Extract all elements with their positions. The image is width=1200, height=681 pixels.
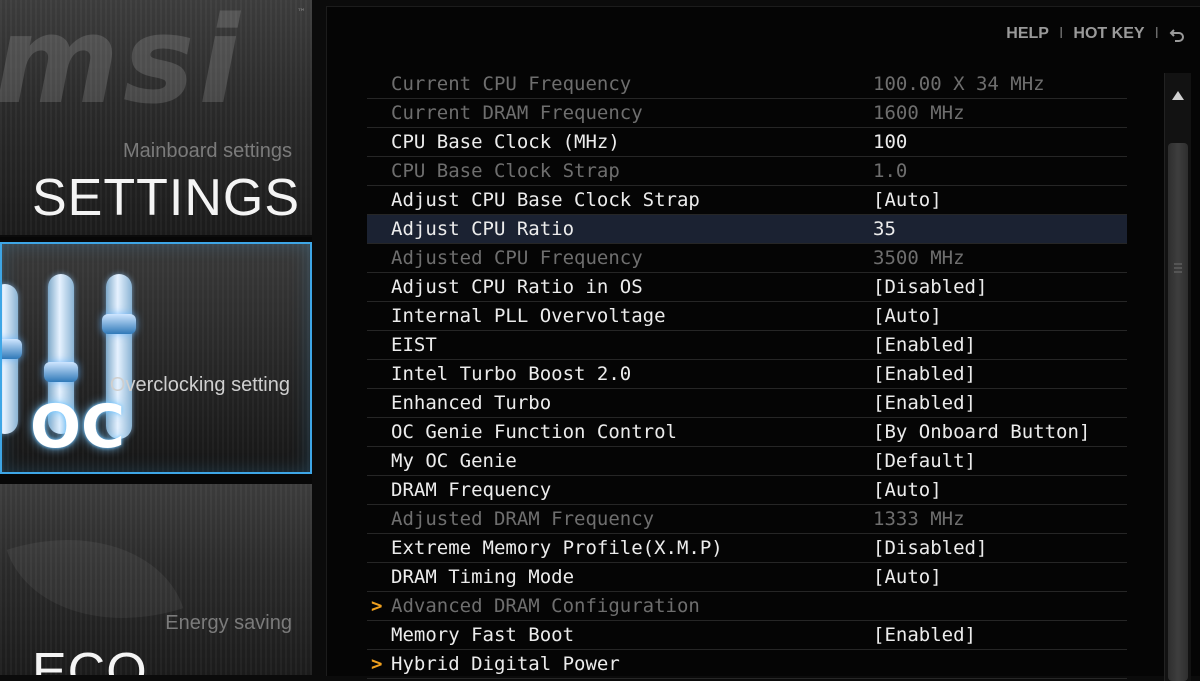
setting-label: Adjust CPU Ratio: [391, 218, 575, 240]
setting-row[interactable]: OC Genie Function Control [By Onboard But…: [367, 418, 1127, 447]
setting-row: Current CPU Frequency 100.00 X 34 MHz: [367, 70, 1127, 99]
back-arrow-icon[interactable]: [1169, 27, 1185, 43]
setting-label: DRAM Timing Mode: [391, 566, 575, 588]
setting-label: Adjust CPU Base Clock Strap: [391, 189, 700, 211]
settings-tile-subtitle: Mainboard settings: [123, 140, 292, 162]
eco-tile-title: ECO: [32, 643, 148, 675]
scroll-grip: [1174, 263, 1182, 265]
setting-row: CPU Base Clock Strap 1.0: [367, 157, 1127, 186]
setting-label: EIST: [391, 334, 437, 356]
setting-row[interactable]: Internal PLL Overvoltage [Auto]: [367, 302, 1127, 331]
setting-row[interactable]: Memory Fast Boot [Enabled]: [367, 621, 1127, 650]
top-bar: HELP I HOT KEY I: [1006, 25, 1185, 43]
setting-value: 100.00 X 34 MHz: [873, 73, 1045, 95]
msi-logo: msi: [0, 0, 244, 131]
settings-list: Current CPU Frequency 100.00 X 34 MHz Curr…: [367, 70, 1127, 679]
setting-row[interactable]: EIST [Enabled]: [367, 331, 1127, 360]
setting-row[interactable]: DRAM Timing Mode [Auto]: [367, 563, 1127, 592]
separator: I: [1058, 25, 1064, 42]
setting-label: Advanced DRAM Configuration: [391, 595, 700, 617]
setting-value[interactable]: [Auto]: [873, 476, 942, 504]
setting-label: CPU Base Clock (MHz): [391, 131, 620, 153]
setting-row[interactable]: Adjust CPU Ratio 35: [367, 215, 1127, 244]
setting-label: Extreme Memory Profile(X.M.P): [391, 537, 723, 559]
oc-tile-subtitle: Overclocking setting: [109, 374, 290, 396]
submenu-arrow-icon: >: [371, 595, 383, 617]
setting-row[interactable]: Adjust CPU Ratio in OS [Disabled]: [367, 273, 1127, 302]
setting-value: 3500 MHz: [873, 247, 965, 269]
setting-label: My OC Genie: [391, 450, 517, 472]
setting-value[interactable]: [Disabled]: [873, 273, 987, 301]
setting-row[interactable]: Intel Turbo Boost 2.0 [Enabled]: [367, 360, 1127, 389]
setting-row[interactable]: Extreme Memory Profile(X.M.P) [Disabled]: [367, 534, 1127, 563]
setting-row: Current DRAM Frequency 1600 MHz: [367, 99, 1127, 128]
setting-value[interactable]: [Disabled]: [873, 534, 987, 562]
separator: I: [1154, 25, 1159, 42]
settings-tile-title: SETTINGS: [32, 169, 301, 227]
setting-label: OC Genie Function Control: [391, 421, 677, 443]
setting-label: Current DRAM Frequency: [391, 102, 643, 124]
setting-row[interactable]: My OC Genie [Default]: [367, 447, 1127, 476]
setting-row[interactable]: Adjust CPU Base Clock Strap [Auto]: [367, 186, 1127, 215]
setting-row[interactable]: DRAM Frequency [Auto]: [367, 476, 1127, 505]
setting-value[interactable]: [Enabled]: [873, 331, 976, 359]
setting-value: 1.0: [873, 160, 908, 182]
setting-label: Adjust CPU Ratio in OS: [391, 276, 643, 298]
setting-value: 1600 MHz: [873, 102, 965, 124]
sidebar: msi ™ Mainboard settings SETTINGS Overcl…: [0, 0, 312, 675]
setting-value[interactable]: [Auto]: [873, 186, 942, 214]
setting-row[interactable]: > Advanced DRAM Configuration: [367, 592, 1127, 621]
setting-value[interactable]: [Default]: [873, 447, 976, 475]
setting-label: Adjusted DRAM Frequency: [391, 508, 655, 530]
setting-value[interactable]: [Enabled]: [873, 621, 976, 649]
oc-settings-panel: HELP I HOT KEY I Current CPU Frequency 10…: [326, 6, 1200, 681]
setting-value[interactable]: [By Onboard Button]: [873, 418, 1090, 446]
setting-label: CPU Base Clock Strap: [391, 160, 620, 182]
submenu-arrow-icon: >: [371, 653, 383, 675]
scrollbar[interactable]: [1164, 73, 1191, 681]
oc-tile[interactable]: Overclocking setting OC: [0, 242, 312, 474]
setting-value[interactable]: 35: [873, 215, 896, 243]
eco-tile[interactable]: Energy saving ECO: [0, 484, 312, 675]
setting-row[interactable]: CPU Base Clock (MHz) 100: [367, 128, 1127, 157]
setting-label: Adjusted CPU Frequency: [391, 247, 643, 269]
setting-value[interactable]: [Enabled]: [873, 389, 976, 417]
setting-value: 1333 MHz: [873, 508, 965, 530]
setting-label: Current CPU Frequency: [391, 73, 632, 95]
oc-tile-title: OC: [30, 392, 126, 462]
setting-label: Memory Fast Boot: [391, 624, 575, 646]
trademark-mark: ™: [297, 8, 306, 18]
scrollbar-thumb[interactable]: [1168, 143, 1188, 681]
setting-row: Adjusted DRAM Frequency 1333 MHz: [367, 505, 1127, 534]
setting-label: Internal PLL Overvoltage: [391, 305, 666, 327]
setting-value[interactable]: [Auto]: [873, 563, 942, 591]
scroll-up-arrow-icon[interactable]: [1172, 91, 1184, 100]
help-button[interactable]: HELP: [1006, 25, 1049, 43]
setting-label: Intel Turbo Boost 2.0: [391, 363, 632, 385]
leaf-icon: [6, 503, 184, 655]
setting-row: Adjusted CPU Frequency 3500 MHz: [367, 244, 1127, 273]
setting-row[interactable]: Enhanced Turbo [Enabled]: [367, 389, 1127, 418]
settings-tile[interactable]: msi ™ Mainboard settings SETTINGS: [0, 0, 312, 237]
setting-value[interactable]: [Auto]: [873, 302, 942, 330]
setting-label: Hybrid Digital Power: [391, 653, 620, 675]
setting-value[interactable]: [Enabled]: [873, 360, 976, 388]
setting-value[interactable]: 100: [873, 128, 907, 156]
eco-tile-subtitle: Energy saving: [165, 612, 292, 634]
setting-label: Enhanced Turbo: [391, 392, 552, 414]
hotkey-button[interactable]: HOT KEY: [1073, 25, 1144, 43]
setting-label: DRAM Frequency: [391, 479, 552, 501]
